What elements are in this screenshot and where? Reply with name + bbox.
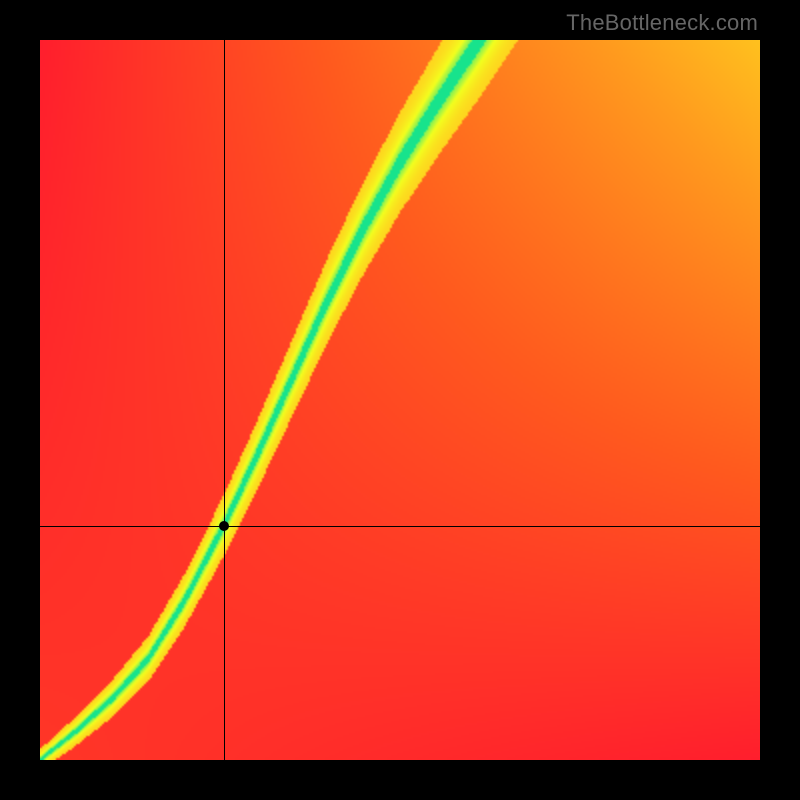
chart-frame: TheBottleneck.com [0,0,800,800]
crosshair-horizontal [40,526,760,527]
marker-dot [219,521,229,531]
heatmap-canvas [40,40,760,760]
watermark-label: TheBottleneck.com [566,10,758,36]
crosshair-vertical [224,40,225,760]
heatmap-plot [40,40,760,760]
